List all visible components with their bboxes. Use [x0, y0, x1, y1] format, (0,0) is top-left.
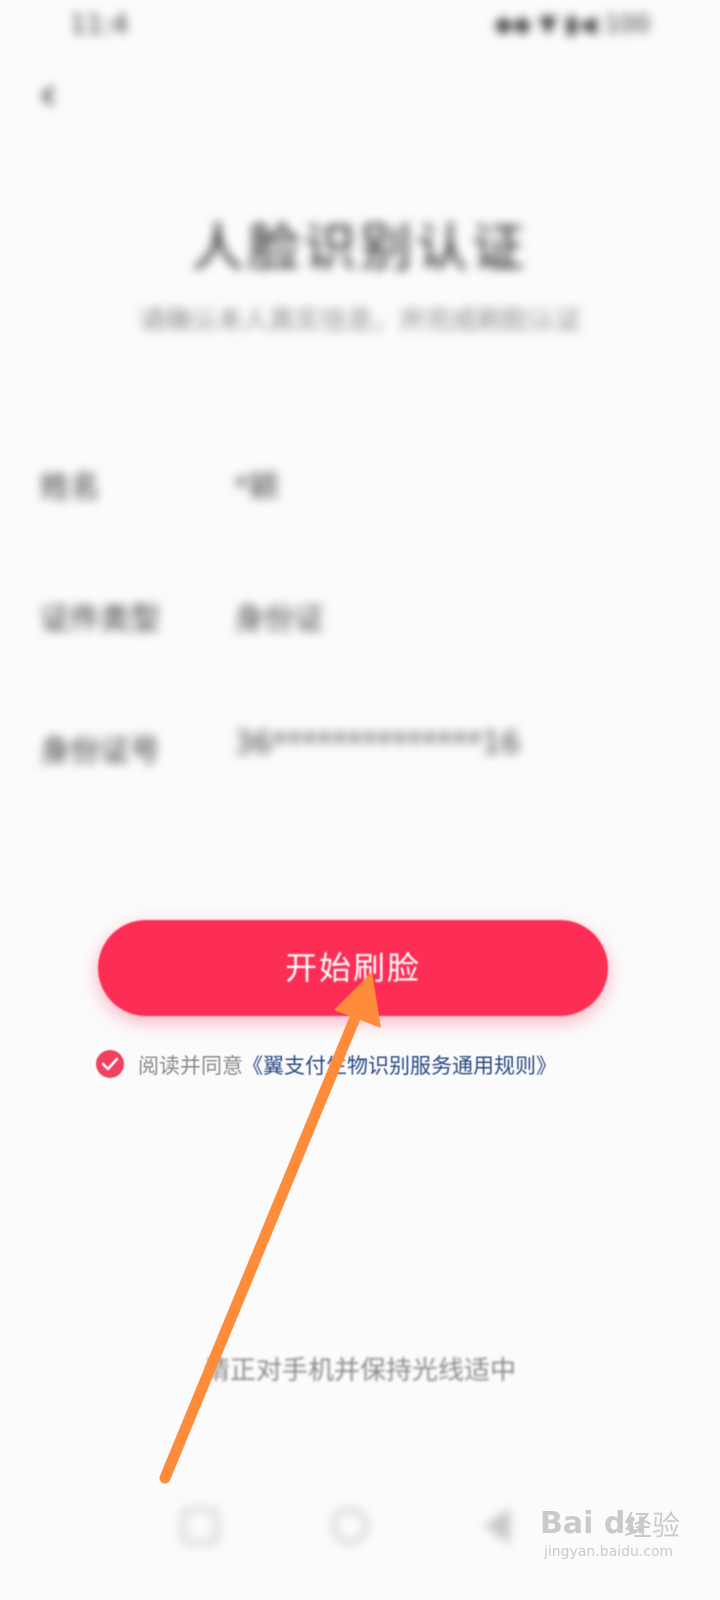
watermark-name: 经验: [624, 1509, 681, 1542]
annotation-arrow: [159, 972, 381, 1484]
baidu-jingyan-watermark: Bai du 经验 jingyan.baidu.com: [540, 1498, 700, 1568]
watermark-url: jingyan.baidu.com: [544, 1544, 674, 1560]
